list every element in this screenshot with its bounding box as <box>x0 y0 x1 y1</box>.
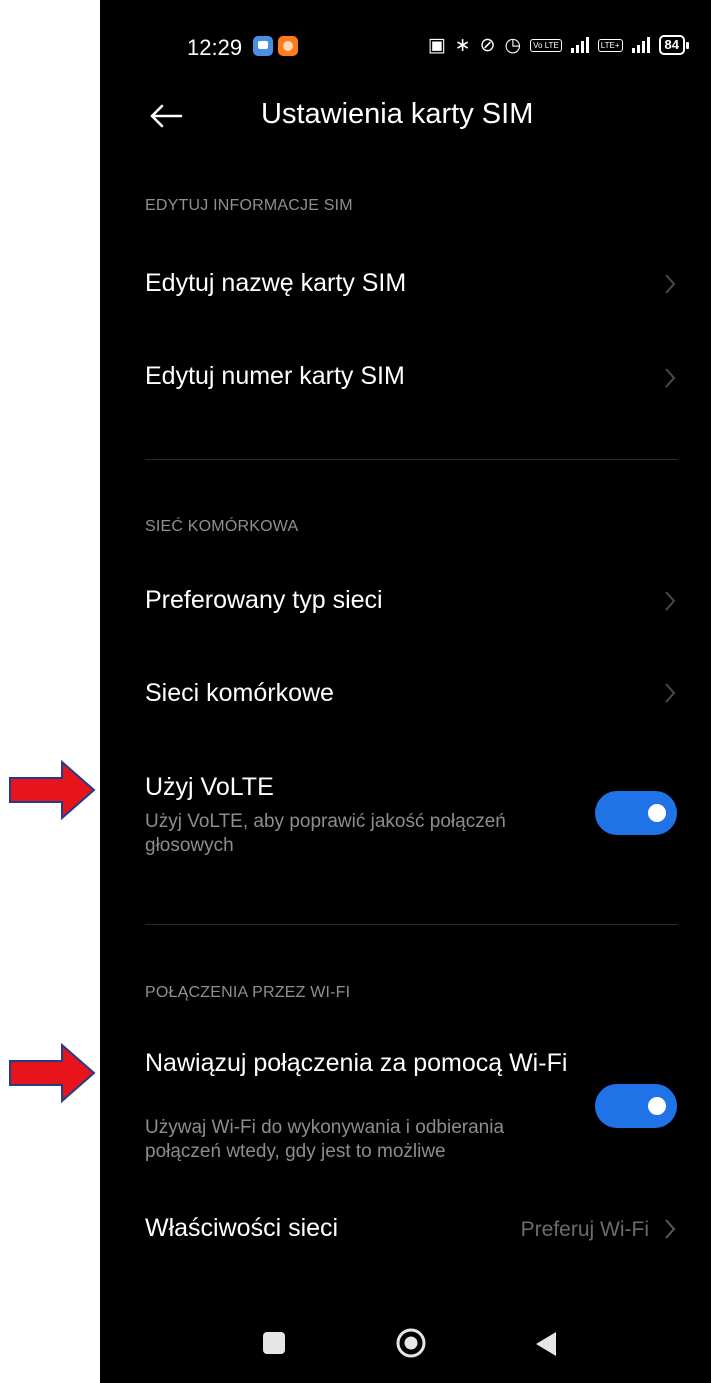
mobile-networks-item[interactable]: Sieci komórkowe <box>100 670 711 720</box>
back-nav-button[interactable] <box>534 1330 558 1358</box>
mobile-networks-label: Sieci komórkowe <box>145 679 334 707</box>
toggle-knob <box>648 804 666 822</box>
toggle-knob <box>648 1097 666 1115</box>
status-time: 12:29 <box>187 35 243 60</box>
chevron-right-icon <box>665 274 676 294</box>
edit-sim-name-label: Edytuj nazwę karty SIM <box>145 269 407 297</box>
use-volte-title: Użyj VoLTE <box>145 773 274 801</box>
preferred-network-type-label: Preferowany typ sieci <box>145 586 383 614</box>
wifi-calling-title: Nawiązuj połączenia za pomocą Wi-Fi <box>145 1049 568 1077</box>
volte-toggle[interactable] <box>595 791 677 835</box>
back-arrow-icon[interactable] <box>147 94 187 138</box>
section-header-wifi-calling: POŁĄCZENIA PRZEZ WI-FI <box>145 984 351 1001</box>
section-header-sim-info: EDYTUJ INFORMACJE SIM <box>145 197 353 214</box>
chevron-right-icon <box>665 1219 676 1239</box>
wifi-calling-item[interactable]: Nawiązuj połączenia za pomocą Wi-Fi Używ… <box>100 1047 711 1172</box>
app-notification-icon <box>278 36 298 56</box>
section-divider <box>145 924 678 925</box>
battery-icon: 84 <box>658 35 690 55</box>
edit-sim-number-label: Edytuj numer karty SIM <box>145 362 405 390</box>
bluetooth-icon: ∗ <box>454 33 471 56</box>
phone-screen: 12:29 ▣ ∗ ⊘ ◷ Vo LTE LTE+ 84 Ustawienia … <box>100 0 711 1383</box>
signal-icon <box>570 37 589 53</box>
use-volte-item[interactable]: Użyj VoLTE Użyj VoLTE, aby poprawić jako… <box>100 770 711 865</box>
edit-sim-name-item[interactable]: Edytuj nazwę karty SIM <box>100 260 711 310</box>
status-bar: 12:29 ▣ ∗ ⊘ ◷ Vo LTE LTE+ 84 <box>100 0 711 80</box>
annotation-arrow-icon <box>9 760 96 820</box>
home-nav-button[interactable] <box>395 1327 427 1359</box>
page-title: Ustawienia karty SIM <box>261 98 534 130</box>
system-icons: ▣ ∗ ⊘ ◷ Vo LTE LTE+ 84 <box>427 33 690 56</box>
mute-bell-icon: ⊘ <box>479 33 496 56</box>
recents-nav-button[interactable] <box>263 1332 285 1354</box>
signal-icon-2 <box>631 37 650 53</box>
chevron-right-icon <box>665 683 676 703</box>
chevron-right-icon <box>665 591 676 611</box>
preferred-network-type-item[interactable]: Preferowany typ sieci <box>100 578 711 628</box>
alarm-icon: ◷ <box>504 33 522 56</box>
lte-badge-icon: LTE+ <box>597 38 623 52</box>
wifi-calling-description: Używaj Wi-Fi do wykonywania i odbierania… <box>145 1117 505 1162</box>
network-properties-item[interactable]: Właściwości sieci Preferuj Wi-Fi <box>100 1203 711 1253</box>
use-volte-description: Użyj VoLTE, aby poprawić jakość połączeń… <box>145 811 506 856</box>
section-divider <box>145 459 678 460</box>
volte-badge-icon: Vo LTE <box>530 38 562 52</box>
edit-sim-number-item[interactable]: Edytuj numer karty SIM <box>100 354 711 404</box>
network-properties-value: Preferuj Wi-Fi <box>520 1218 649 1241</box>
nfc-icon: ▣ <box>427 33 446 56</box>
wifi-calling-toggle[interactable] <box>595 1084 677 1128</box>
message-notification-icon <box>253 36 273 56</box>
network-properties-label: Właściwości sieci <box>145 1214 339 1242</box>
annotation-arrow-icon <box>9 1043 96 1103</box>
section-header-mobile-network: SIEĆ KOMÓRKOWA <box>145 518 299 535</box>
chevron-right-icon <box>665 368 676 388</box>
